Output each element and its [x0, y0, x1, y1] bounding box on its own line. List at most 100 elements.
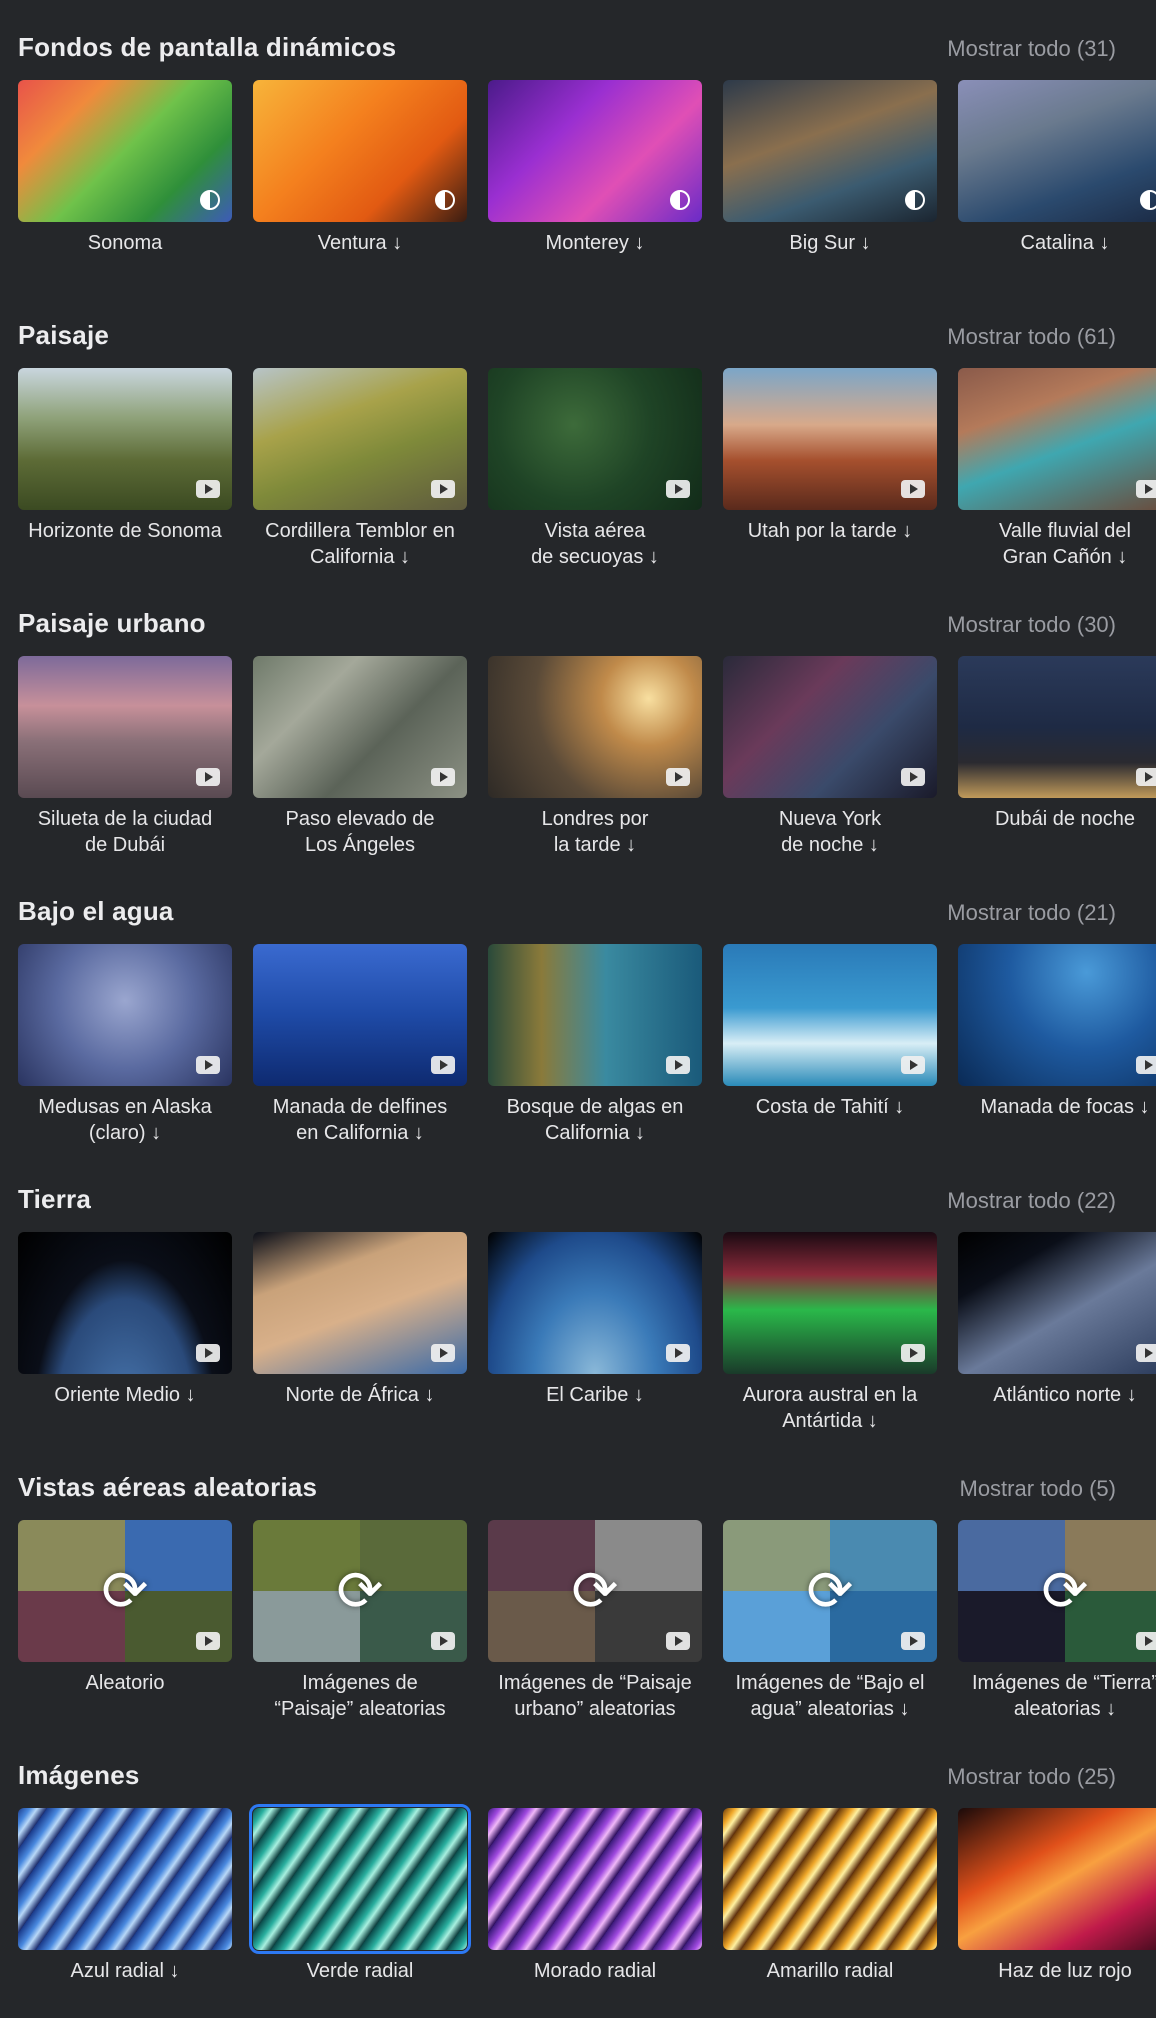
wallpaper-tile[interactable]: Horizonte de Sonoma — [18, 368, 232, 558]
wallpaper-thumbnail[interactable] — [488, 368, 702, 510]
wallpaper-tile[interactable]: Medusas en Alaska (claro) ↓ — [18, 944, 232, 1144]
wallpaper-tile[interactable]: ⟳ Imágenes de “Bajo el agua” aleatorias ↓ — [723, 1520, 937, 1720]
wallpaper-tile[interactable]: Morado radial — [488, 1808, 702, 1998]
wallpaper-tile[interactable]: Cordillera Temblor en California ↓ — [253, 368, 467, 568]
play-icon — [666, 1056, 690, 1074]
show-all-link[interactable]: Mostrar todo (31) — [947, 36, 1116, 62]
section-0: Fondos de pantalla dinámicos Mostrar todo… — [0, 0, 1156, 288]
wallpaper-thumbnail[interactable] — [253, 944, 467, 1086]
show-all-link[interactable]: Mostrar todo (21) — [947, 900, 1116, 926]
wallpaper-thumbnail[interactable] — [488, 656, 702, 798]
wallpaper-tile[interactable]: Monterey ↓ — [488, 80, 702, 270]
wallpaper-thumbnail[interactable]: ⟳ — [488, 1520, 702, 1662]
wallpaper-tile[interactable]: Sonoma — [18, 80, 232, 270]
wallpaper-thumbnail[interactable] — [18, 944, 232, 1086]
wallpaper-thumbnail[interactable] — [958, 80, 1156, 222]
wallpaper-tile[interactable]: Bosque de algas en California ↓ — [488, 944, 702, 1144]
section-3: Bajo el agua Mostrar todo (21) Medusas en … — [0, 864, 1156, 1152]
wallpaper-tile[interactable]: Norte de África ↓ — [253, 1232, 467, 1422]
show-all-link[interactable]: Mostrar todo (25) — [947, 1764, 1116, 1790]
show-all-link[interactable]: Mostrar todo (22) — [947, 1188, 1116, 1214]
wallpaper-tile[interactable]: Oriente Medio ↓ — [18, 1232, 232, 1422]
wallpaper-thumbnail[interactable] — [249, 1804, 471, 1954]
wallpaper-thumbnail[interactable] — [723, 80, 937, 222]
wallpaper-tile[interactable]: Azul radial ↓ — [18, 1808, 232, 1998]
wallpaper-tile[interactable]: Vista aérea de secuoyas ↓ — [488, 368, 702, 568]
wallpaper-tile[interactable]: Catalina ↓ — [958, 80, 1156, 270]
wallpaper-thumbnail[interactable] — [723, 368, 937, 510]
wallpaper-tile[interactable]: Valle fluvial del Gran Cañón ↓ — [958, 368, 1156, 568]
wallpaper-thumbnail[interactable] — [488, 944, 702, 1086]
wallpaper-tile[interactable]: Costa de Tahití ↓ — [723, 944, 937, 1134]
play-icon — [196, 1056, 220, 1074]
wallpaper-tile[interactable]: ⟳ Aleatorio — [18, 1520, 232, 1710]
tile-row: ⟳ Aleatorio ⟳ Imágenes de “Paisaje” aleator… — [18, 1520, 1156, 1730]
wallpaper-label: Azul radial ↓ — [70, 1960, 180, 1982]
wallpaper-tile[interactable]: Verde radial — [249, 1804, 471, 1998]
wallpaper-tile[interactable]: Dubái de noche — [958, 656, 1156, 846]
wallpaper-thumbnail[interactable] — [723, 1232, 937, 1374]
tile-row: Azul radial ↓ Verde radial Morado radial Am… — [18, 1804, 1156, 2018]
play-icon — [1136, 1344, 1156, 1362]
wallpaper-thumbnail[interactable] — [253, 1232, 467, 1374]
wallpaper-thumbnail[interactable] — [18, 368, 232, 510]
wallpaper-tile[interactable]: Big Sur ↓ — [723, 80, 937, 270]
wallpaper-label: Verde radial — [306, 1960, 414, 1982]
show-all-link[interactable]: Mostrar todo (61) — [947, 324, 1116, 350]
wallpaper-label: Valle fluvial del Gran Cañón ↓ — [999, 520, 1131, 568]
wallpaper-label: Imágenes de “Bajo el agua” aleatorias ↓ — [735, 1672, 925, 1720]
wallpaper-thumbnail[interactable] — [958, 656, 1156, 798]
wallpaper-thumbnail[interactable] — [18, 1232, 232, 1374]
play-icon — [1136, 768, 1156, 786]
wallpaper-tile[interactable]: Aurora austral en la Antártida ↓ — [723, 1232, 937, 1432]
wallpaper-label: Horizonte de Sonoma — [28, 520, 222, 542]
wallpaper-tile[interactable]: Paso elevado de Los Ángeles — [253, 656, 467, 856]
wallpaper-thumbnail[interactable] — [958, 944, 1156, 1086]
wallpaper-tile[interactable]: Utah por la tarde ↓ — [723, 368, 937, 558]
wallpaper-thumbnail[interactable] — [488, 1232, 702, 1374]
wallpaper-label: Utah por la tarde ↓ — [747, 520, 913, 542]
wallpaper-thumbnail[interactable] — [18, 1808, 232, 1950]
wallpaper-tile[interactable]: Nueva York de noche ↓ — [723, 656, 937, 856]
wallpaper-thumbnail[interactable] — [958, 1808, 1156, 1950]
wallpaper-thumbnail[interactable] — [723, 944, 937, 1086]
show-all-link[interactable]: Mostrar todo (30) — [947, 612, 1116, 638]
wallpaper-tile[interactable]: ⟳ Imágenes de “Tierra” aleatorias ↓ — [958, 1520, 1156, 1720]
wallpaper-thumbnail[interactable]: ⟳ — [18, 1520, 232, 1662]
wallpaper-thumbnail[interactable] — [253, 368, 467, 510]
wallpaper-thumbnail[interactable] — [253, 80, 467, 222]
wallpaper-thumbnail[interactable]: ⟳ — [723, 1520, 937, 1662]
wallpaper-tile[interactable]: Manada de delfines en California ↓ — [253, 944, 467, 1144]
wallpaper-tile[interactable]: Silueta de la ciudad de Dubái — [18, 656, 232, 856]
wallpaper-label: Paso elevado de Los Ángeles — [285, 808, 435, 856]
wallpaper-thumbnail[interactable] — [18, 80, 232, 222]
wallpaper-label: Imágenes de “Paisaje” aleatorias — [274, 1672, 446, 1720]
wallpaper-thumbnail[interactable] — [488, 80, 702, 222]
section-title: Paisaje — [18, 320, 110, 350]
wallpaper-thumbnail[interactable] — [958, 1232, 1156, 1374]
wallpaper-thumbnail[interactable] — [18, 656, 232, 798]
wallpaper-thumbnail[interactable] — [488, 1808, 702, 1950]
wallpaper-thumbnail[interactable] — [253, 656, 467, 798]
wallpaper-thumbnail[interactable] — [723, 1808, 937, 1950]
wallpaper-tile[interactable]: ⟳ Imágenes de “Paisaje” aleatorias — [253, 1520, 467, 1720]
wallpaper-tile[interactable]: El Caribe ↓ — [488, 1232, 702, 1422]
wallpaper-label: Atlántico norte ↓ — [993, 1384, 1137, 1406]
wallpaper-tile[interactable]: Ventura ↓ — [253, 80, 467, 270]
wallpaper-label: Aurora austral en la Antártida ↓ — [742, 1384, 918, 1432]
wallpaper-tile[interactable]: ⟳ Imágenes de “Paisaje urbano” aleatorias — [488, 1520, 702, 1720]
dynamic-wallpaper-icon — [1140, 190, 1156, 210]
wallpaper-thumbnail[interactable]: ⟳ — [958, 1520, 1156, 1662]
play-icon — [196, 768, 220, 786]
wallpaper-thumbnail[interactable]: ⟳ — [253, 1520, 467, 1662]
wallpaper-tile[interactable]: Haz de luz rojo — [958, 1808, 1156, 1998]
wallpaper-thumbnail[interactable] — [723, 656, 937, 798]
wallpaper-thumbnail[interactable] — [958, 368, 1156, 510]
show-all-link[interactable]: Mostrar todo (5) — [960, 1476, 1117, 1502]
wallpaper-label: Nueva York de noche ↓ — [778, 808, 882, 856]
wallpaper-tile[interactable]: Atlántico norte ↓ — [958, 1232, 1156, 1422]
wallpaper-tile[interactable]: Amarillo radial — [723, 1808, 937, 1998]
wallpaper-tile[interactable]: Londres por la tarde ↓ — [488, 656, 702, 856]
wallpaper-label: Norte de África ↓ — [285, 1384, 435, 1406]
wallpaper-tile[interactable]: Manada de focas ↓ — [958, 944, 1156, 1134]
